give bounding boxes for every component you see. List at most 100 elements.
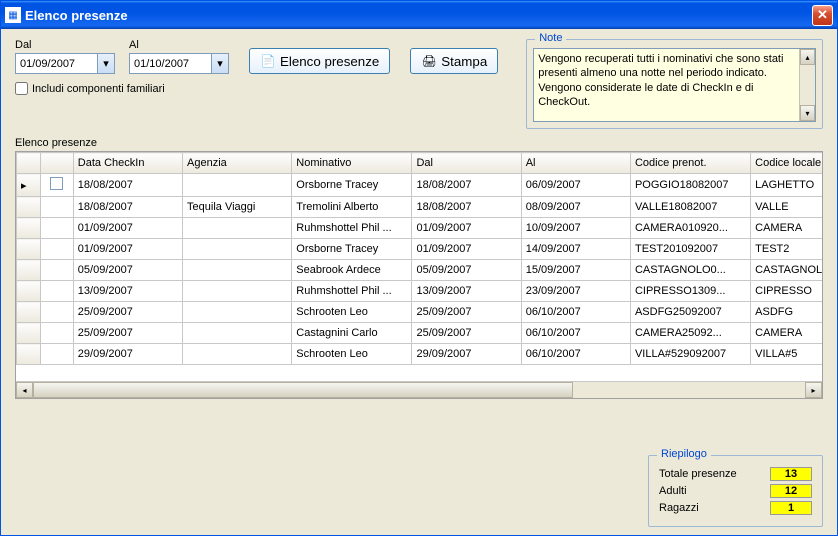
col-codprenot[interactable]: Codice prenot.: [630, 153, 750, 174]
cell-codlocale[interactable]: VILLA#5: [751, 344, 822, 365]
horizontal-scrollbar[interactable]: ◂ ▸: [16, 381, 822, 398]
cell-codprenot[interactable]: TEST201092007: [630, 239, 750, 260]
cell-checkin[interactable]: 13/09/2007: [73, 281, 182, 302]
cell-nominativo[interactable]: Seabrook Ardece: [292, 260, 412, 281]
table-row[interactable]: ▸18/08/2007Orsborne Tracey18/08/200706/0…: [17, 174, 823, 197]
cell-dal[interactable]: 18/08/2007: [412, 174, 521, 197]
scroll-track[interactable]: [800, 65, 815, 105]
cell-dal[interactable]: 01/09/2007: [412, 239, 521, 260]
cell-nominativo[interactable]: Ruhmshottel Phil ...: [292, 281, 412, 302]
row-header[interactable]: [17, 197, 41, 218]
chevron-down-icon[interactable]: ▾: [211, 54, 228, 73]
cell-dal[interactable]: 25/09/2007: [412, 302, 521, 323]
cell-nominativo[interactable]: Schrooten Leo: [292, 302, 412, 323]
cell-codlocale[interactable]: CASTAGNOLO: [751, 260, 822, 281]
cell-agenzia[interactable]: [183, 323, 292, 344]
cell-codlocale[interactable]: CIPRESSO: [751, 281, 822, 302]
cell-dal[interactable]: 01/09/2007: [412, 218, 521, 239]
cell-codprenot[interactable]: CASTAGNOLO0...: [630, 260, 750, 281]
cell-codlocale[interactable]: LAGHETTO: [751, 174, 822, 197]
cell-codlocale[interactable]: CAMERA: [751, 323, 822, 344]
cell-codlocale[interactable]: ASDFG: [751, 302, 822, 323]
row-header[interactable]: [17, 281, 41, 302]
row-checkbox-cell[interactable]: [41, 302, 74, 323]
chevron-down-icon[interactable]: ▾: [97, 54, 114, 73]
cell-al[interactable]: 06/09/2007: [521, 174, 630, 197]
dal-input[interactable]: 01/09/2007 ▾: [15, 53, 115, 74]
cell-checkin[interactable]: 29/09/2007: [73, 344, 182, 365]
cell-al[interactable]: 14/09/2007: [521, 239, 630, 260]
cell-checkin[interactable]: 25/09/2007: [73, 302, 182, 323]
cell-al[interactable]: 06/10/2007: [521, 302, 630, 323]
cell-codprenot[interactable]: VILLA#529092007: [630, 344, 750, 365]
h-scroll-thumb[interactable]: [33, 382, 573, 398]
cell-codlocale[interactable]: TEST2: [751, 239, 822, 260]
cell-codprenot[interactable]: CIPRESSO1309...: [630, 281, 750, 302]
cell-nominativo[interactable]: Schrooten Leo: [292, 344, 412, 365]
scroll-down-icon[interactable]: ▾: [800, 105, 815, 121]
cell-nominativo[interactable]: Ruhmshottel Phil ...: [292, 218, 412, 239]
cell-codprenot[interactable]: CAMERA010920...: [630, 218, 750, 239]
table-row[interactable]: 13/09/2007Ruhmshottel Phil ...13/09/2007…: [17, 281, 823, 302]
cell-al[interactable]: 15/09/2007: [521, 260, 630, 281]
row-header[interactable]: [17, 260, 41, 281]
row-checkbox-cell[interactable]: [41, 260, 74, 281]
cell-checkin[interactable]: 18/08/2007: [73, 197, 182, 218]
cell-codprenot[interactable]: ASDFG25092007: [630, 302, 750, 323]
cell-al[interactable]: 08/09/2007: [521, 197, 630, 218]
row-checkbox-cell[interactable]: [41, 239, 74, 260]
scroll-left-icon[interactable]: ◂: [16, 382, 33, 398]
row-header[interactable]: [17, 218, 41, 239]
checkbox-icon[interactable]: [50, 177, 63, 190]
row-header-corner[interactable]: [17, 153, 41, 174]
cell-agenzia[interactable]: [183, 239, 292, 260]
cell-al[interactable]: 10/09/2007: [521, 218, 630, 239]
col-dal[interactable]: Dal: [412, 153, 521, 174]
cell-checkin[interactable]: 25/09/2007: [73, 323, 182, 344]
close-button[interactable]: ✕: [812, 5, 833, 26]
cell-dal[interactable]: 05/09/2007: [412, 260, 521, 281]
cell-codlocale[interactable]: VALLE: [751, 197, 822, 218]
check-header[interactable]: [41, 153, 74, 174]
row-checkbox-cell[interactable]: [41, 323, 74, 344]
cell-agenzia[interactable]: [183, 281, 292, 302]
row-checkbox-cell[interactable]: [41, 174, 74, 197]
row-checkbox-cell[interactable]: [41, 218, 74, 239]
cell-agenzia[interactable]: [183, 302, 292, 323]
cell-codprenot[interactable]: VALLE18082007: [630, 197, 750, 218]
al-input[interactable]: 01/10/2007 ▾: [129, 53, 229, 74]
elenco-presenze-button[interactable]: 📄 Elenco presenze: [249, 48, 390, 74]
cell-checkin[interactable]: 01/09/2007: [73, 218, 182, 239]
cell-agenzia[interactable]: [183, 174, 292, 197]
cell-checkin[interactable]: 01/09/2007: [73, 239, 182, 260]
cell-agenzia[interactable]: [183, 260, 292, 281]
cell-al[interactable]: 23/09/2007: [521, 281, 630, 302]
row-header[interactable]: [17, 302, 41, 323]
cell-agenzia[interactable]: [183, 218, 292, 239]
row-checkbox-cell[interactable]: [41, 281, 74, 302]
row-header[interactable]: [17, 344, 41, 365]
col-codlocale[interactable]: Codice locale: [751, 153, 822, 174]
cell-dal[interactable]: 18/08/2007: [412, 197, 521, 218]
includi-checkbox[interactable]: [15, 82, 28, 95]
cell-nominativo[interactable]: Castagnini Carlo: [292, 323, 412, 344]
row-checkbox-cell[interactable]: [41, 344, 74, 365]
h-scroll-track[interactable]: [33, 382, 805, 398]
table-row[interactable]: 25/09/2007Schrooten Leo25/09/200706/10/2…: [17, 302, 823, 323]
note-textarea[interactable]: Vengono recuperati tutti i nominativi ch…: [533, 48, 816, 122]
cell-al[interactable]: 06/10/2007: [521, 323, 630, 344]
cell-nominativo[interactable]: Orsborne Tracey: [292, 174, 412, 197]
cell-checkin[interactable]: 18/08/2007: [73, 174, 182, 197]
cell-dal[interactable]: 25/09/2007: [412, 323, 521, 344]
cell-codprenot[interactable]: POGGIO18082007: [630, 174, 750, 197]
table-row[interactable]: 25/09/2007Castagnini Carlo25/09/200706/1…: [17, 323, 823, 344]
scroll-right-icon[interactable]: ▸: [805, 382, 822, 398]
cell-nominativo[interactable]: Tremolini Alberto: [292, 197, 412, 218]
cell-codprenot[interactable]: CAMERA25092...: [630, 323, 750, 344]
grid-viewport[interactable]: Data CheckIn Agenzia Nominativo Dal Al C…: [16, 152, 822, 381]
cell-codlocale[interactable]: CAMERA: [751, 218, 822, 239]
row-header[interactable]: [17, 239, 41, 260]
table-row[interactable]: 01/09/2007Orsborne Tracey01/09/200714/09…: [17, 239, 823, 260]
cell-al[interactable]: 06/10/2007: [521, 344, 630, 365]
col-al[interactable]: Al: [521, 153, 630, 174]
